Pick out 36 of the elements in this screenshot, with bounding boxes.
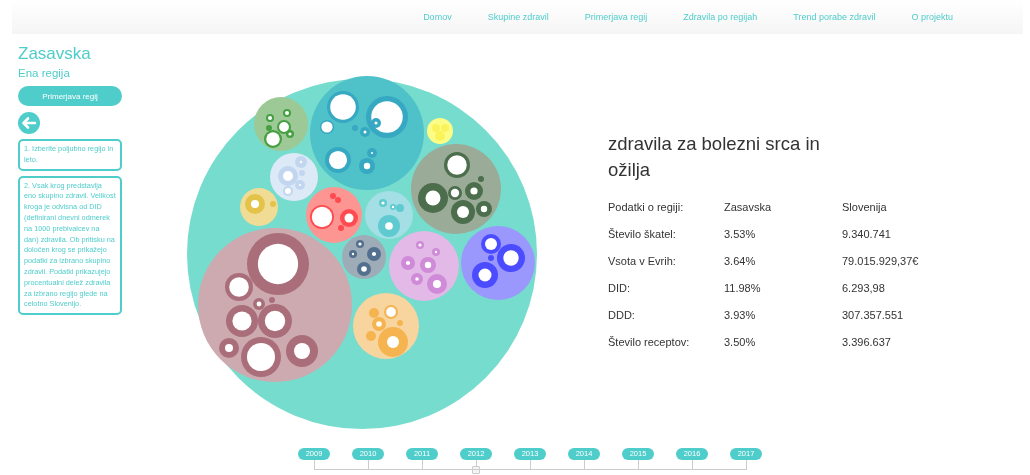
bubble[interactable] [461,226,535,300]
nav-link[interactable]: Primerjava regij [584,12,648,22]
table-cell: DDD: [608,301,724,328]
bubble[interactable] [198,228,352,382]
table-header-cell: Podatki o regiji: [608,193,724,220]
bubble[interactable] [254,97,308,151]
table-cell: 3.93% [724,301,842,328]
nav-link[interactable]: Trend porabe zdravil [793,12,876,22]
table-cell: Število škatel: [608,220,724,247]
table-cell-text: 9.340.741 [842,226,892,242]
bubble[interactable] [411,144,501,234]
table-cell-text: 307.357.551 [842,307,905,323]
table-cell: Vsota v Evrih: [608,247,724,274]
bubble[interactable] [342,235,386,279]
table-cell-text: 79.015.929,37€ [842,253,919,269]
table-header-cell: Zasavska [724,193,842,220]
bubble[interactable] [310,76,424,190]
group-title: zdravila za bolezni srca in ožilja [608,132,821,182]
nav-link[interactable]: Zdravila po regijah [683,12,758,22]
outer-bubble[interactable] [187,76,537,429]
region-subtitle: Ena regija [18,67,70,79]
region-title: Zasavska [18,44,91,64]
table-cell: 3.64% [724,247,842,274]
nav-link[interactable]: O projektu [911,12,953,22]
table-cell: 3.50% [724,328,842,355]
bubble[interactable] [306,187,362,243]
table-cell: 3.53% [724,220,842,247]
nav-link[interactable]: Skupine zdravil [487,12,549,22]
table-cell-text: 3.396.637 [842,334,892,350]
table-cell: 11.98% [724,274,842,301]
table-cell-text: 6.293,98 [842,280,886,296]
table-cell: Število receptov: [608,328,724,355]
table-cell: DID: [608,274,724,301]
table-header-cell-text: Slovenija [842,199,888,215]
compare-regions-button[interactable]: Primerjava regij [18,86,122,106]
nav-link[interactable]: Domov [423,12,452,22]
